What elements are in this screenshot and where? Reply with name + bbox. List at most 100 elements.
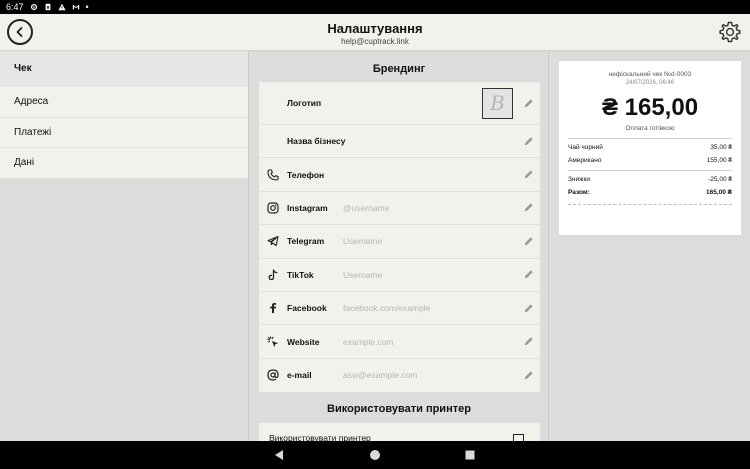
website-value: example.com [343, 336, 394, 347]
instagram-row[interactable]: Instagram @username [259, 192, 540, 226]
gmail-status-icon [72, 4, 79, 10]
warning-status-icon [57, 3, 66, 11]
edit-email-button[interactable] [516, 370, 540, 381]
receipt-date: 24/07/2026, 06:46 [625, 80, 675, 86]
nav-recents-icon[interactable] [465, 450, 475, 460]
nav-home-icon[interactable] [369, 449, 381, 461]
sidebar-item-payments[interactable]: Платежі [0, 117, 248, 148]
logo-row[interactable]: Логотип B [259, 82, 540, 125]
receipt-preview: нефіскальний чек №d-0003 24/07/2026, 06:… [559, 61, 741, 235]
branding-section-title: Брендинг [372, 63, 426, 75]
edit-tiktok-button[interactable] [516, 269, 540, 280]
receipt-item-price: 35,00 ₴ [710, 144, 732, 151]
gear-icon [719, 21, 741, 43]
pencil-icon [524, 203, 533, 212]
email-row[interactable]: e-mail asw@example.com [259, 359, 540, 392]
pencil-icon [524, 304, 533, 312]
website-row[interactable]: Website example.com [259, 325, 540, 359]
receipt-dashed-divider [568, 204, 732, 205]
telegram-label: Telegram [287, 236, 325, 247]
use-printer-checkbox[interactable] [513, 434, 524, 441]
facebook-row[interactable]: Facebook facebook.com/example [259, 292, 540, 326]
tiktok-icon [268, 269, 278, 280]
logo-preview[interactable]: B [482, 87, 513, 119]
logo-label: Логотип [287, 98, 322, 108]
receipt-divider [568, 138, 732, 139]
receipt-sum: Разом: 165,00 ₴ [568, 189, 732, 196]
status-time: 6:47 [6, 2, 24, 12]
business-name-label: Назва бізнесу [287, 136, 346, 147]
sim-status-icon [45, 3, 50, 11]
telegram-row[interactable]: Telegram Username [259, 225, 540, 259]
instagram-icon [267, 202, 279, 214]
tiktok-value: Username [343, 269, 383, 280]
receipt-header: нефіскальний чек №d-0003 [608, 71, 692, 78]
email-label: e-mail [287, 370, 312, 381]
edit-instagram-button[interactable] [516, 202, 540, 213]
pencil-icon [524, 170, 533, 179]
status-bar: 6:47 • [0, 0, 750, 441]
printer-section-title: Використовувати принтер [327, 403, 471, 415]
receipt-discount: Знижки -25,00 ₴ [568, 176, 732, 183]
at-sign-icon [267, 369, 279, 382]
instagram-value: @username [343, 202, 390, 213]
instagram-label: Instagram [287, 202, 328, 213]
status-dot: • [85, 2, 89, 12]
cursor-click-icon [267, 335, 278, 347]
phone-label: Телефон [287, 169, 325, 180]
branding-panel: Брендинг Логотип B Назва бізнесу Телефон… [250, 51, 549, 441]
edit-business-name-button[interactable] [516, 136, 540, 147]
facebook-label: Facebook [287, 303, 327, 314]
settings-button[interactable] [717, 19, 743, 45]
app-bar: Налаштування help@cuptrack.link [0, 14, 750, 51]
printer-row[interactable]: Використовувати принтер [259, 423, 540, 441]
pencil-icon [524, 237, 533, 246]
pencil-icon [524, 337, 533, 346]
system-nav-bar [0, 441, 750, 469]
nav-back-icon[interactable] [274, 449, 284, 461]
pencil-icon [524, 371, 533, 380]
page-title: Налаштування [327, 21, 423, 36]
sidebar-item-data[interactable]: Дані [0, 148, 248, 179]
facebook-icon [270, 303, 277, 314]
edit-logo-button[interactable] [516, 98, 540, 109]
sidebar-item-receipt[interactable]: Чек [0, 51, 248, 87]
tiktok-row[interactable]: TikTok Username [259, 259, 540, 292]
edit-website-button[interactable] [516, 336, 540, 347]
website-label: Website [287, 336, 320, 347]
business-name-row[interactable]: Назва бізнесу [259, 125, 540, 159]
settings-sidebar: Чек Адреса Платежі Дані [0, 51, 249, 441]
receipt-item-name: Чай чорний [568, 144, 603, 151]
telegram-value: Username [343, 236, 383, 247]
receipt-divider [568, 170, 732, 171]
branding-card: Логотип B Назва бізнесу Телефон Instagra… [259, 82, 540, 393]
settings-status-icon [30, 3, 37, 11]
account-email: help@cuptrack.link [341, 37, 409, 46]
printer-row-label: Використовувати принтер [269, 433, 371, 441]
receipt-item-price: 155,00 ₴ [706, 157, 732, 164]
printer-card: Використовувати принтер [259, 423, 540, 441]
receipt-item-name: Американо [568, 157, 602, 164]
receipt-item: Американо 155,00 ₴ [568, 157, 732, 164]
edit-telegram-button[interactable] [516, 236, 540, 247]
telegram-icon [267, 236, 279, 247]
receipt-sum-label: Разом: [568, 189, 590, 196]
email-value: asw@example.com [343, 370, 418, 381]
pencil-icon [524, 270, 533, 279]
pencil-icon [524, 98, 533, 107]
pencil-icon [524, 137, 533, 145]
phone-row[interactable]: Телефон [259, 158, 540, 192]
edit-phone-button[interactable] [516, 169, 540, 180]
receipt-item: Чай чорний 35,00 ₴ [568, 144, 732, 151]
edit-facebook-button[interactable] [516, 303, 540, 314]
tiktok-label: TikTok [287, 269, 314, 280]
logo-letter: B [490, 91, 505, 115]
phone-icon [267, 169, 279, 181]
receipt-discount-value: -25,00 ₴ [708, 176, 732, 183]
sidebar-item-address[interactable]: Адреса [0, 87, 248, 118]
receipt-payment-method: Оплата готівкою [625, 125, 675, 132]
receipt-total: ₴ 165,00 [601, 94, 699, 121]
receipt-sum-value: 165,00 ₴ [705, 189, 732, 196]
facebook-value: facebook.com/example [343, 303, 431, 314]
receipt-discount-label: Знижки [568, 176, 590, 183]
